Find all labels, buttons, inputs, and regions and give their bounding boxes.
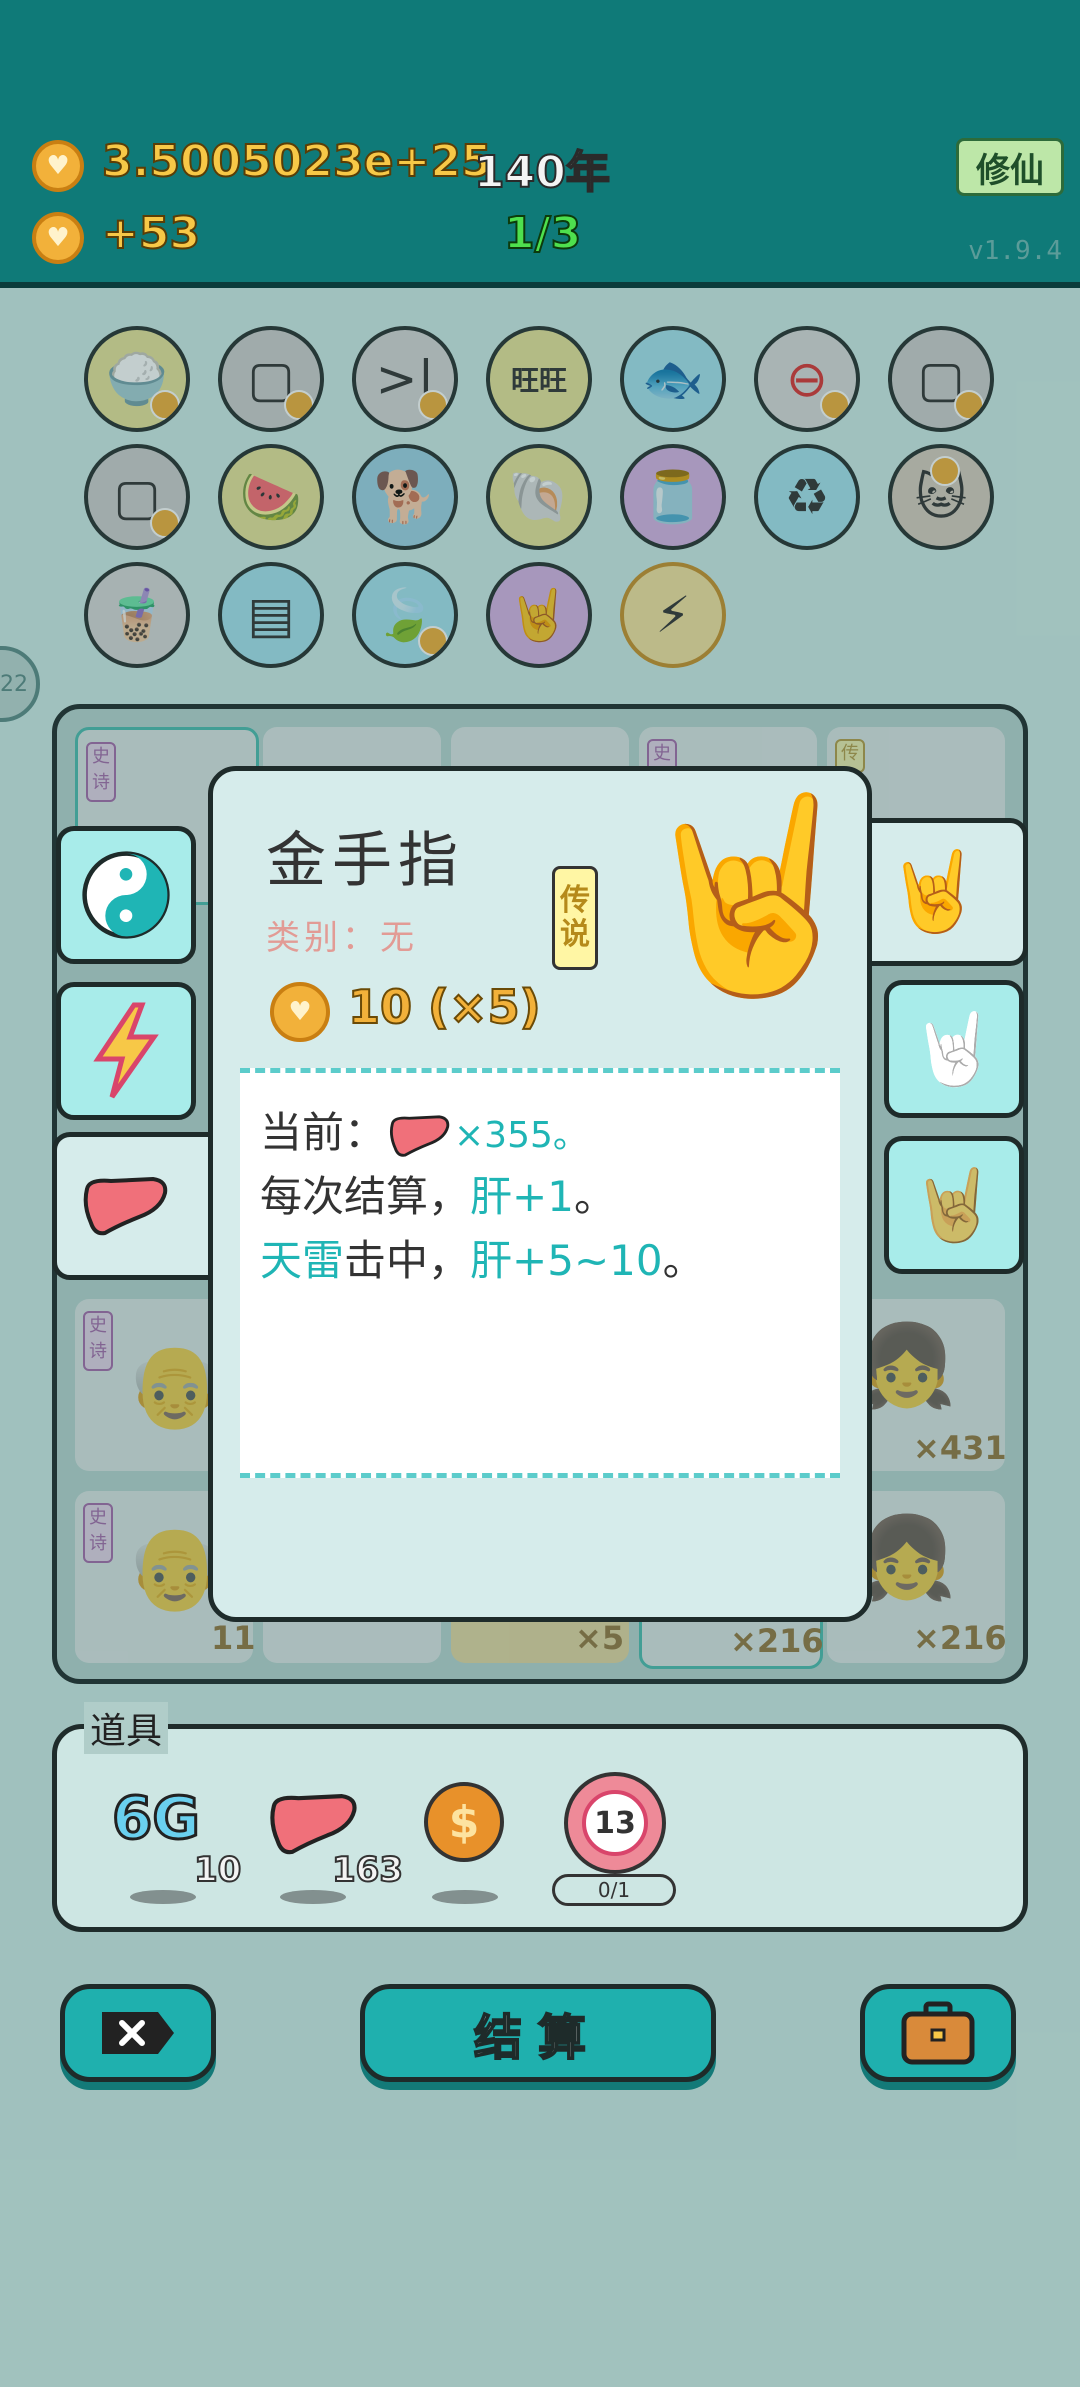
cost-coin-icon: ♥ <box>270 982 330 1042</box>
dialog-category: 类别：无 <box>266 918 418 958</box>
desc-line-thunder: 天雷击中，肝+5~10。 <box>260 1227 705 1288</box>
item-shadow <box>130 1890 196 1904</box>
tab-yinyang[interactable] <box>56 826 196 964</box>
desc-current-value: ×355。 <box>454 1115 589 1156</box>
desc-thunder-label: 天雷 <box>260 1236 345 1285</box>
dollar-coin-icon[interactable]: $ <box>424 1782 504 1862</box>
desc-line-current: 当前： ×355。 <box>260 1099 589 1160</box>
description-box: 当前： ×355。 每次结算，肝+1。 天雷击中，肝+5~10。 <box>240 1068 840 1478</box>
desc-period: 。 <box>573 1172 616 1221</box>
version-label: v1.9.4 <box>968 236 1062 266</box>
xiuxian-button[interactable]: 修仙 <box>956 138 1064 196</box>
total-money: 3.5005023e+25 <box>101 135 493 188</box>
backpack-button[interactable] <box>860 1984 1016 2082</box>
item-liver-icon[interactable] <box>266 1792 362 1856</box>
timer-progress: 0/1 <box>552 1874 676 1906</box>
desc-current-label: 当前： <box>260 1108 387 1157</box>
dialog-title: 金手指 <box>266 826 464 896</box>
stage-progress: 1/3 <box>503 207 582 260</box>
top-bar: ♥ 3.5005023e+25 140年 ♥ +53 1/3 修仙 v1.9.4 <box>0 0 1080 288</box>
yin-yang-icon <box>82 851 170 939</box>
timer-value: 13 <box>582 1790 648 1856</box>
liver-icon <box>83 1176 168 1236</box>
income-rate: +53 <box>101 207 201 260</box>
desc-thunder-bonus: 肝+5~10 <box>470 1236 663 1285</box>
years-counter: 140年 <box>473 146 611 199</box>
delete-button[interactable] <box>60 1984 216 2082</box>
delete-x-icon <box>102 2012 174 2054</box>
income-coin-icon: ♥ <box>32 212 84 264</box>
items-label: 道具 <box>84 1702 169 1754</box>
item-6g-count: 10 <box>193 1849 242 1891</box>
briefcase-icon <box>901 2001 975 2065</box>
desc-line-settle: 每次结算，肝+1。 <box>260 1163 616 1224</box>
desc-settle-bonus: 肝+1 <box>470 1172 574 1221</box>
gold-coin-icon: ♥ <box>32 140 84 192</box>
legendary-tag: 传说 <box>552 866 598 970</box>
brown-rock-hand-icon: 🤘 <box>910 1163 998 1246</box>
desc-hit-label: 击中， <box>344 1236 471 1285</box>
white-rock-hand-icon: 🤘 <box>910 1007 998 1090</box>
cost-value: 10 (×5) <box>347 979 542 1035</box>
item-6g[interactable]: 6G <box>111 1783 202 1854</box>
golden-rock-hand-icon: 🤘 <box>632 784 869 1005</box>
settle-button[interactable]: 结算 <box>360 1984 716 2082</box>
lightning-icon <box>93 1002 159 1099</box>
liver-icon <box>389 1114 450 1157</box>
tab-white-hand[interactable]: 🤘 <box>884 980 1024 1118</box>
desc-period: 。 <box>662 1236 705 1285</box>
yellow-rock-hand-icon: 🤘 <box>885 846 983 937</box>
tab-brown-hand[interactable]: 🤘 <box>884 1136 1024 1274</box>
item-shadow <box>280 1890 346 1904</box>
tab-lightning[interactable] <box>56 982 196 1120</box>
settle-label: 结算 <box>473 2009 602 2067</box>
item-shadow <box>432 1890 498 1904</box>
timer-item[interactable]: 13 <box>564 1772 666 1874</box>
desc-settle-label: 每次结算， <box>260 1172 471 1221</box>
item-liver-count: 163 <box>331 1849 404 1891</box>
